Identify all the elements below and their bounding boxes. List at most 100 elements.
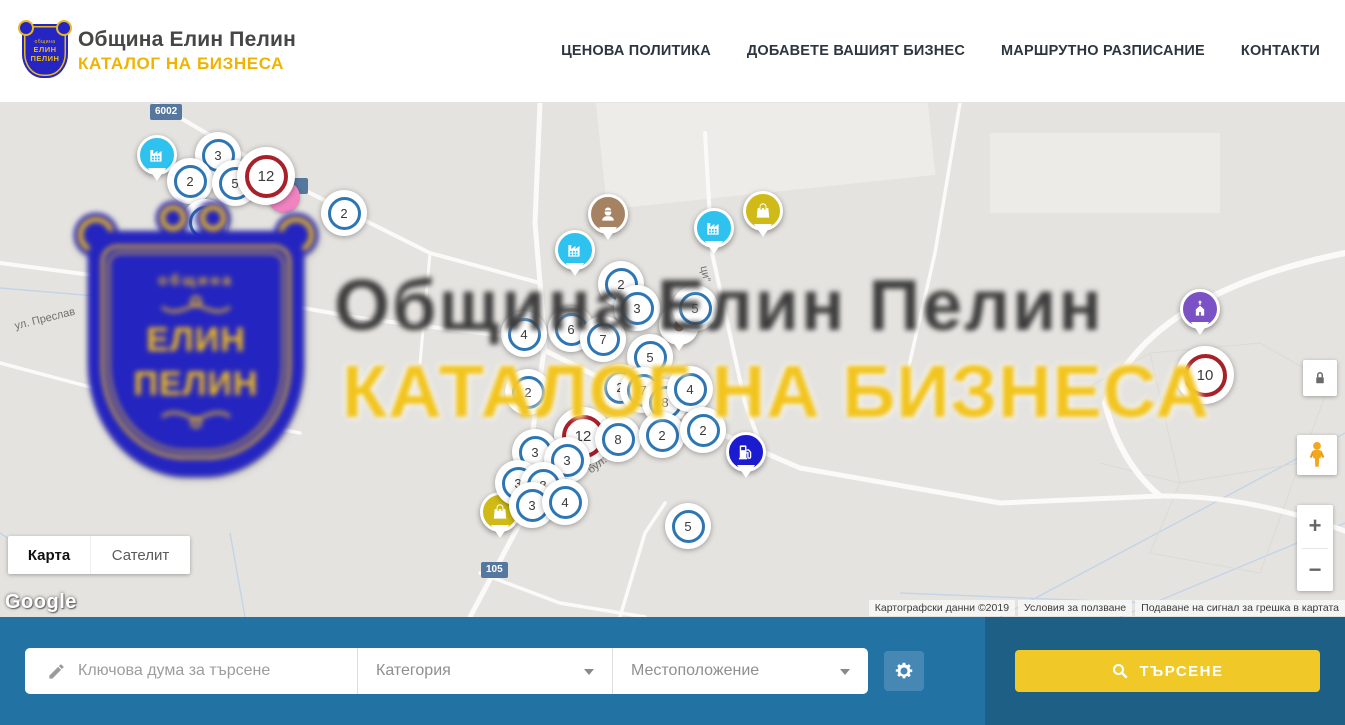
search-button[interactable]: ТЪРСЕНЕ (1015, 650, 1320, 692)
nav-item[interactable]: ДОБАВЕТЕ ВАШИЯТ БИЗНЕС (747, 43, 965, 59)
pin-tail (737, 465, 755, 478)
cluster-marker[interactable]: 2 (505, 369, 551, 415)
cluster-count: 7 (587, 323, 620, 356)
cluster-count: 8 (602, 423, 635, 456)
cluster-count: 2 (687, 414, 720, 447)
chevron-down-icon (584, 669, 594, 675)
zoom-in-button[interactable]: + (1297, 505, 1333, 548)
site-subtitle: КАТАЛОГ НА БИЗНЕСА (78, 54, 296, 74)
cluster-count: 5 (672, 510, 705, 543)
nav-item[interactable]: ЦЕНОВА ПОЛИТИКА (561, 43, 711, 59)
factory-icon (704, 218, 724, 238)
main-nav: ЦЕНОВА ПОЛИТИКА ДОБАВЕТЕ ВАШИЯТ БИЗНЕС МАР… (561, 43, 1320, 59)
site-title: Община Елин Пелин (78, 28, 296, 52)
category-pin-factory[interactable] (555, 230, 595, 270)
shopping-bag-icon (490, 502, 510, 522)
cluster-marker[interactable]: 7 (580, 316, 626, 362)
category-pin-factory[interactable] (694, 208, 734, 248)
lock-control[interactable] (1303, 360, 1337, 396)
search-button-label: ТЪРСЕНЕ (1139, 663, 1223, 680)
cluster-count: 10 (1184, 354, 1227, 397)
cluster-marker[interactable]: 2 (680, 407, 726, 453)
category-pin-church[interactable] (1180, 289, 1220, 329)
cluster-marker[interactable] (182, 199, 228, 245)
map-canvas[interactable]: ул. Преславбул. „Новоселци“ 6002105 3251… (0, 103, 1345, 617)
search-bar-right: ТЪРСЕНЕ (985, 617, 1345, 725)
cluster-marker[interactable]: 10 (1176, 346, 1234, 404)
cluster-marker[interactable]: 4 (542, 479, 588, 525)
church-icon (1190, 299, 1210, 319)
search-bar: Категория Местоположение Т (0, 617, 1345, 725)
road-number-badge: 105 (481, 562, 508, 578)
keyword-field (25, 648, 357, 694)
attribution-link[interactable]: Условия за ползване (1018, 600, 1132, 616)
category-select-label: Категория (376, 662, 451, 680)
nav-item[interactable]: МАРШРУТНО РАЗПИСАНИЕ (1001, 43, 1205, 59)
pin-tail (754, 224, 772, 237)
cluster-marker[interactable]: 4 (667, 366, 713, 412)
road-number-badge: 6002 (150, 104, 182, 120)
pin-tail (670, 338, 688, 351)
search-icon (1111, 662, 1129, 680)
crest-name-line2: ПЕЛИН (31, 54, 60, 63)
cluster-marker[interactable]: 2 (639, 412, 685, 458)
map-type-map-button[interactable]: Карта (8, 536, 90, 574)
cluster-count: 4 (549, 486, 582, 519)
municipal-crest-icon: община ЕЛИН ПЕЛИН (22, 24, 68, 78)
zoom-out-button[interactable]: − (1297, 549, 1333, 592)
cluster-count: 2 (328, 197, 361, 230)
cluster-count: 4 (508, 318, 541, 351)
map-type-satellite-button[interactable]: Сателит (90, 536, 190, 574)
map-type-control: Карта Сателит (8, 536, 190, 574)
pin-tail (491, 525, 509, 538)
cluster-marker[interactable]: 8 (595, 416, 641, 462)
cluster-count (189, 206, 222, 239)
search-bar-left: Категория Местоположение (0, 617, 985, 725)
page: община ЕЛИН ПЕЛИН Община Елин Пелин КАТА… (0, 0, 1345, 725)
zoom-control: + − (1297, 505, 1333, 591)
category-pin-shopping-bag[interactable] (743, 191, 783, 231)
attribution-text: Картографски данни ©2019 (869, 600, 1015, 616)
site-logo[interactable]: община ЕЛИН ПЕЛИН Община Елин Пелин КАТА… (22, 24, 296, 78)
cluster-marker[interactable]: 5 (665, 503, 711, 549)
cluster-marker[interactable]: 2 (167, 158, 213, 204)
keyword-search-input[interactable] (78, 662, 328, 680)
cluster-count: 5 (679, 292, 712, 325)
cluster-marker[interactable]: 5 (672, 285, 718, 331)
category-select[interactable]: Категория (357, 648, 612, 694)
street-view-pegman[interactable] (1297, 435, 1337, 475)
factory-icon (565, 240, 585, 260)
pencil-icon (47, 662, 66, 681)
cluster-marker[interactable]: 4 (501, 311, 547, 357)
cluster-marker[interactable]: 12 (237, 147, 295, 205)
attribution-link[interactable]: Подаване на сигнал за грешка в картата (1135, 600, 1345, 616)
cluster-count: 2 (646, 419, 679, 452)
shopping-bag-icon (753, 201, 773, 221)
worker-icon (598, 204, 618, 224)
pin-tail (148, 168, 166, 181)
chevron-down-icon (840, 669, 850, 675)
location-select-label: Местоположение (631, 662, 759, 680)
location-select[interactable]: Местоположение (612, 648, 868, 694)
cluster-count: 2 (174, 165, 207, 198)
header: община ЕЛИН ПЕЛИН Община Елин Пелин КАТА… (0, 0, 1345, 103)
brand-text: Община Елин Пелин КАТАЛОГ НА БИЗНЕСА (78, 28, 296, 74)
fuel-icon (736, 442, 756, 462)
category-pin-fuel[interactable] (726, 432, 766, 472)
pin-tail (599, 227, 617, 240)
pin-tail (705, 241, 723, 254)
cluster-count: 4 (674, 373, 707, 406)
search-fields: Категория Местоположение (25, 648, 868, 694)
cluster-count: 2 (512, 376, 545, 409)
map-attribution: Картографски данни ©2019Условия за ползв… (869, 600, 1345, 616)
advanced-settings-button[interactable] (884, 651, 924, 691)
pin-tail (566, 263, 584, 276)
gear-icon (893, 660, 915, 682)
cluster-marker[interactable]: 2 (321, 190, 367, 236)
lock-icon (1311, 369, 1329, 387)
google-logo[interactable]: Google (5, 591, 77, 614)
category-pin-worker[interactable] (588, 194, 628, 234)
nav-item[interactable]: КОНТАКТИ (1241, 43, 1320, 59)
pin-tail (1191, 322, 1209, 335)
crest-name-line1: ЕЛИН (33, 45, 56, 54)
